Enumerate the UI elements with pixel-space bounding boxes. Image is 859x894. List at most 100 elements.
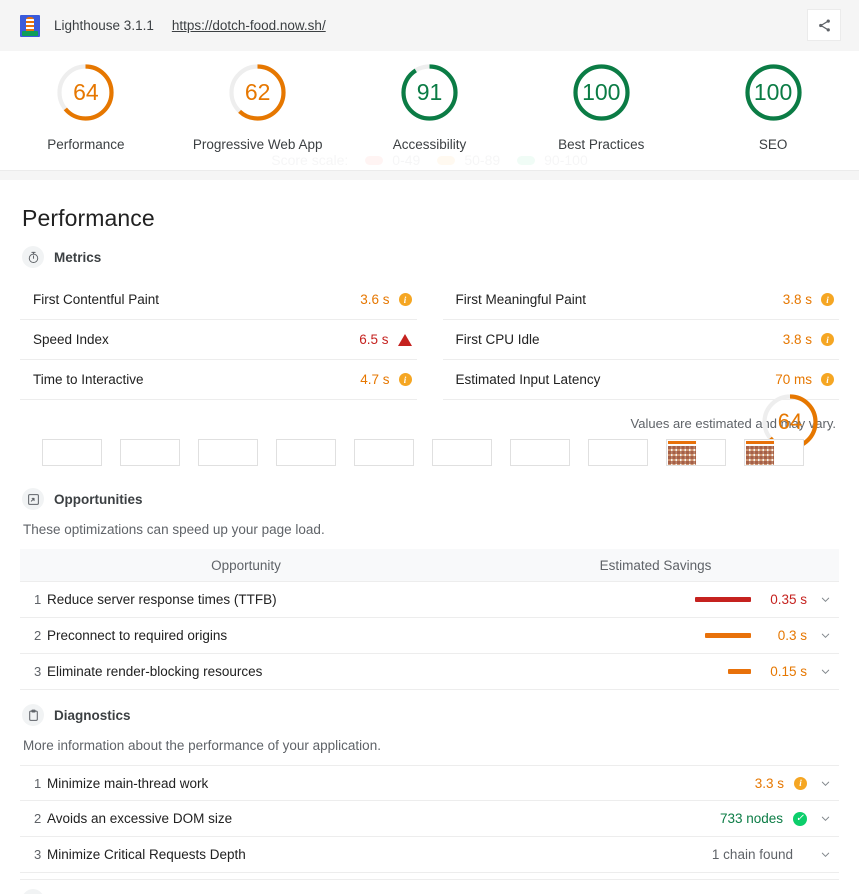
diagnostic-row[interactable]: 1 Minimize main-thread work 3.3 s i bbox=[20, 765, 839, 801]
stopwatch-icon bbox=[22, 246, 44, 268]
gauge-label: SEO bbox=[758, 137, 788, 152]
gauge-ring: 100 bbox=[742, 61, 805, 124]
metric-value: 3.8 s bbox=[782, 292, 812, 307]
diagnostics-header: Diagnostics bbox=[22, 704, 839, 726]
diagnostic-title: Minimize main-thread work bbox=[47, 775, 209, 791]
info-icon: i bbox=[398, 373, 412, 386]
score-gauge-accessibility[interactable]: 91 Accessibility bbox=[347, 61, 512, 152]
diagnostic-row[interactable]: 3 Minimize Critical Requests Depth 1 cha… bbox=[20, 837, 839, 873]
metric-row[interactable]: First CPU Idle 3.8 s i bbox=[442, 320, 839, 360]
metrics-grid: First Contentful Paint 3.6 s i First Mea… bbox=[20, 280, 839, 400]
score-gauges: 64 Performance 62 Progressive Web App 91 bbox=[0, 51, 859, 171]
gauge-score-value: 100 bbox=[753, 79, 793, 105]
score-scale-fail: 0-49 bbox=[365, 152, 420, 168]
column-header-estimated-savings: Estimated Savings bbox=[599, 557, 712, 573]
score-gauge-seo[interactable]: 100 SEO bbox=[691, 61, 856, 152]
row-index: 1 bbox=[34, 592, 42, 607]
opportunities-label: Opportunities bbox=[54, 491, 143, 507]
score-gauge-performance[interactable]: 64 Performance bbox=[3, 61, 168, 152]
info-icon: i bbox=[821, 373, 834, 386]
chevron-down-icon[interactable] bbox=[817, 594, 833, 605]
savings-value: 0.15 s bbox=[770, 664, 807, 679]
gauge-ring: 64 bbox=[54, 61, 117, 124]
savings-sparkbar bbox=[728, 669, 751, 674]
share-button[interactable] bbox=[807, 9, 841, 41]
chevron-down-icon[interactable] bbox=[817, 778, 833, 789]
metric-name: First CPU Idle bbox=[455, 332, 540, 347]
scale-range-average: 50-89 bbox=[464, 152, 501, 168]
metric-row[interactable]: First Meaningful Paint 3.8 s i bbox=[442, 280, 839, 320]
info-icon: i bbox=[794, 776, 807, 790]
metric-name: Estimated Input Latency bbox=[455, 372, 601, 387]
scale-swatch-fail bbox=[365, 155, 384, 165]
gauge-score-value: 100 bbox=[582, 79, 621, 105]
scale-swatch-pass bbox=[517, 155, 536, 165]
chevron-down-icon[interactable] bbox=[817, 849, 833, 860]
savings-value: 0.35 s bbox=[770, 592, 807, 607]
opportunity-row[interactable]: 3 Eliminate render-blocking resources 0.… bbox=[20, 654, 839, 690]
filmstrip-frame[interactable] bbox=[198, 439, 258, 466]
chevron-down-icon[interactable] bbox=[817, 630, 833, 641]
filmstrip-frame[interactable] bbox=[666, 439, 726, 466]
score-scale-pass: 90-100 bbox=[517, 152, 588, 168]
metric-value: 6.5 s bbox=[359, 332, 389, 347]
scale-range-fail: 0-49 bbox=[392, 152, 421, 168]
diagnostic-title: Avoids an excessive DOM size bbox=[47, 811, 233, 826]
metric-row[interactable]: Speed Index 6.5 s bbox=[20, 320, 417, 360]
opportunities-table-header: Opportunity Estimated Savings bbox=[20, 549, 839, 582]
row-index: 3 bbox=[34, 664, 42, 679]
gauge-score-value: 91 bbox=[416, 79, 443, 105]
metric-name: Time to Interactive bbox=[33, 372, 144, 387]
row-index: 2 bbox=[34, 811, 42, 826]
column-header-opportunity: Opportunity bbox=[211, 557, 281, 573]
diagnostic-value: 733 nodes bbox=[719, 811, 783, 826]
filmstrip-frame[interactable] bbox=[354, 439, 414, 466]
gauge-label: Best Practices bbox=[558, 137, 645, 152]
metric-value: 70 ms bbox=[775, 372, 812, 387]
opportunity-row[interactable]: 2 Preconnect to required origins 0.3 s bbox=[20, 618, 839, 654]
metric-value: 4.7 s bbox=[360, 372, 390, 387]
info-icon: i bbox=[398, 293, 412, 306]
savings-value: 0.3 s bbox=[777, 628, 807, 643]
score-gauge-best-practices[interactable]: 100 Best Practices bbox=[519, 61, 684, 152]
diagnostic-value: 3.3 s bbox=[754, 775, 784, 791]
filmstrip-frame[interactable] bbox=[42, 439, 102, 466]
metrics-header: Metrics bbox=[22, 246, 839, 268]
warning-triangle-icon bbox=[397, 333, 412, 346]
metric-row[interactable]: First Contentful Paint 3.6 s i bbox=[20, 280, 417, 320]
scale-range-pass: 90-100 bbox=[544, 152, 588, 168]
opportunities-description: These optimizations can speed up your pa… bbox=[23, 522, 325, 537]
gauge-score-value: 64 bbox=[73, 79, 99, 105]
opportunity-row[interactable]: 1 Reduce server response times (TTFB) 0.… bbox=[20, 582, 839, 618]
info-icon: i bbox=[821, 293, 834, 306]
info-icon: i bbox=[821, 333, 834, 346]
metric-row[interactable]: Time to Interactive 4.7 s i bbox=[20, 360, 417, 400]
gauge-label: Performance bbox=[47, 137, 125, 152]
diagnostics-description: More information about the performance o… bbox=[23, 738, 381, 753]
filmstrip-frame[interactable] bbox=[744, 439, 804, 466]
gauge-ring: 91 bbox=[398, 61, 461, 124]
chevron-down-icon[interactable] bbox=[817, 666, 833, 677]
filmstrip-frame[interactable] bbox=[120, 439, 180, 466]
check-circle-icon: ✓ bbox=[793, 811, 807, 826]
filmstrip-frame[interactable] bbox=[510, 439, 570, 466]
score-scale-average: 50-89 bbox=[437, 152, 500, 168]
scale-swatch-average bbox=[437, 155, 456, 165]
gauge-label: Accessibility bbox=[392, 137, 467, 152]
row-index: 3 bbox=[34, 847, 42, 862]
score-gauge-progressive-web-app[interactable]: 62 Progressive Web App bbox=[175, 61, 340, 152]
opportunity-title: Reduce server response times (TTFB) bbox=[47, 592, 277, 607]
filmstrip-frame[interactable] bbox=[276, 439, 336, 466]
metric-name: First Meaningful Paint bbox=[455, 292, 587, 307]
estimated-values-note: Values are estimated and may vary. bbox=[630, 416, 836, 431]
filmstrip-frame[interactable] bbox=[588, 439, 648, 466]
passed-audits-toggle[interactable]: Passed audits 16 audits bbox=[20, 879, 839, 894]
metric-name: First Contentful Paint bbox=[33, 292, 160, 307]
filmstrip-frame[interactable] bbox=[432, 439, 492, 466]
audited-url-link[interactable]: https://dotch-food.now.sh/ bbox=[172, 18, 326, 33]
diagnostic-row[interactable]: 2 Avoids an excessive DOM size 733 nodes… bbox=[20, 801, 839, 837]
gauge-score-value: 62 bbox=[244, 79, 271, 105]
savings-sparkbar bbox=[705, 633, 751, 638]
opportunity-icon bbox=[22, 488, 44, 510]
chevron-down-icon[interactable] bbox=[817, 813, 833, 824]
